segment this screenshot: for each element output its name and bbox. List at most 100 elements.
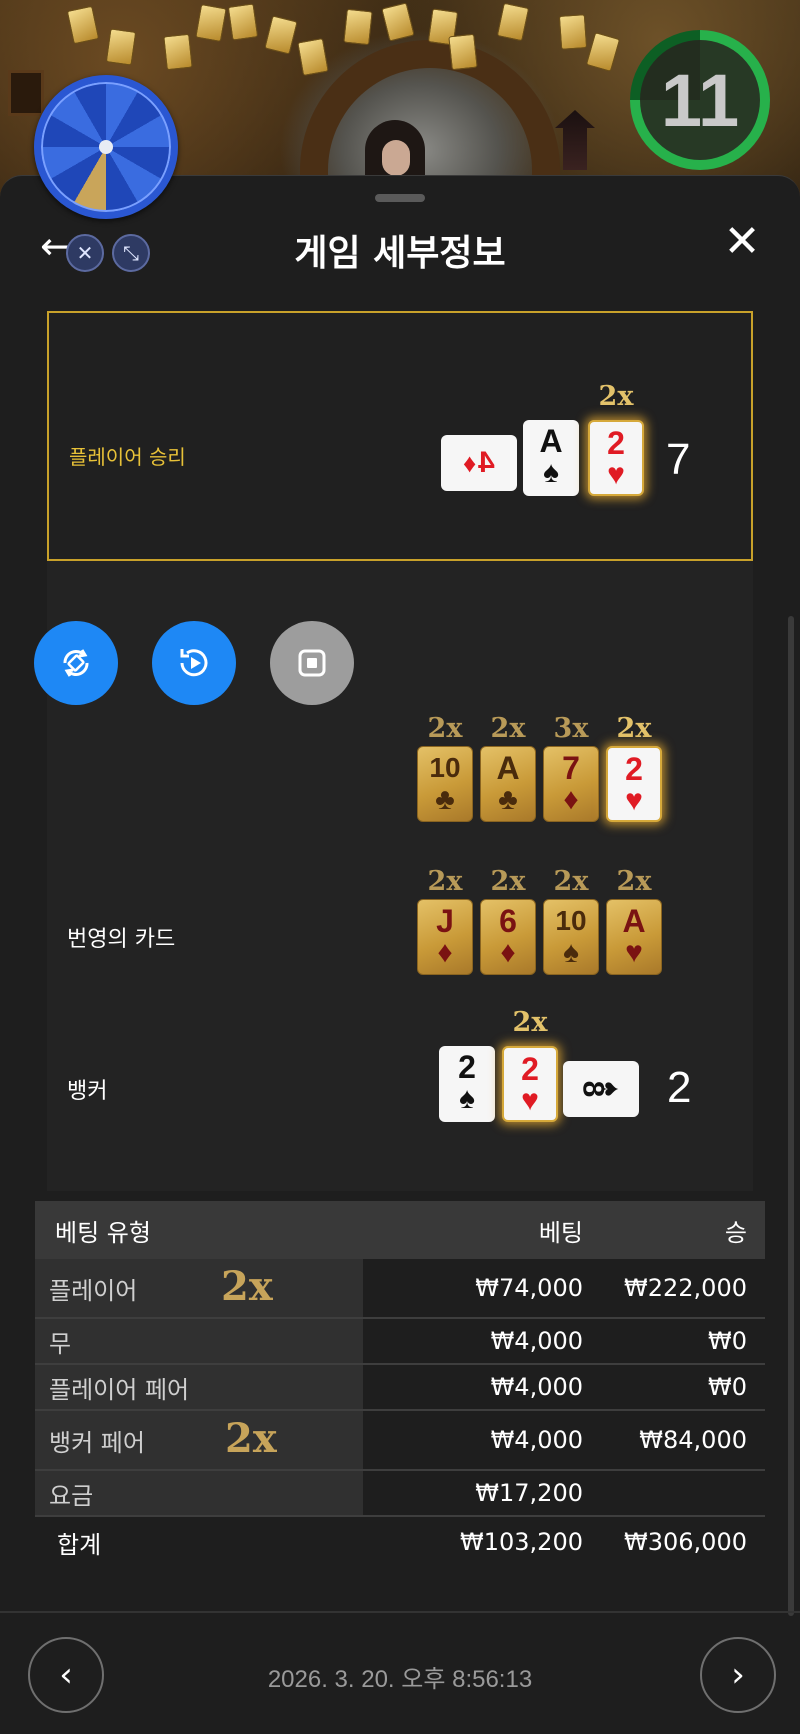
card-suit: ♥ [607,458,625,491]
player-side-card: ♦ 4 [441,435,517,491]
card-rank: 10 [555,905,587,936]
bet-amount: ₩4,000 [490,1327,583,1355]
replay-video-button[interactable] [152,621,236,705]
header-win: 승 [724,1218,747,1247]
rotate-icon [63,649,89,677]
card-rank: A [539,423,563,459]
decor-hanging-card [66,5,100,45]
stop-video-button[interactable] [270,621,354,705]
dealer-face [382,140,410,176]
card-multiplier: 2x [490,866,526,897]
game-details-sheet: ← ✕ ⤡ 게임 세부정보 ✕ 플레이어 승리 ♦ 4 A ♠ 2x 2 ♥ 7… [0,175,800,1734]
lightning-cards-label: 번영의 카드 [67,927,176,952]
scrollbar[interactable] [788,616,794,1616]
lightning-card: 6 ♦ [480,899,536,975]
drag-handle[interactable] [375,194,425,202]
lightning-card: 10 ♠ [543,899,599,975]
decor-hanging-card [558,14,588,50]
table-row: 플레이어 페어 ₩4,000 ₩0 [35,1365,765,1411]
card-suit: ♠ [459,1082,475,1115]
table-row: 플레이어 2x ₩74,000 ₩222,000 [35,1259,765,1319]
card-multiplier: 2x [553,866,589,897]
stop-icon [298,649,326,677]
bet-type: 무 [35,1319,363,1363]
round-result-panel: 플레이어 승리 ♦ 4 A ♠ 2x 2 ♥ 7 번영의 카드 2x 10 ♣ … [47,311,753,1191]
win-amount: ₩0 [708,1327,747,1355]
card-rank: J [436,903,454,939]
decor-hanging-card [343,8,373,46]
lightning-card-matched: 2 ♥ [606,746,662,822]
decor-hanging-card [297,38,329,76]
decor-hanging-card [163,33,193,71]
card-rank: 2 [625,751,643,787]
win-amount: ₩0 [708,1373,747,1401]
lightning-card: 7 ♦ [543,746,599,822]
header-bet: 베팅 [538,1218,583,1247]
card-suit: ♦ [500,936,516,969]
card-suit: ♥ [625,936,643,969]
bet-multiplier: 2x [221,1263,273,1310]
win-amount: ₩84,000 [639,1426,747,1454]
card-suit: ♦ [563,783,579,816]
bet-type: 뱅커 페어 [35,1411,363,1469]
decor-hanging-card [448,33,478,71]
banker-card: 2 ♠ [439,1046,495,1122]
lightning-card: A ♥ [606,899,662,975]
player-score: 7 [666,435,691,484]
countdown-timer: 11 [630,30,770,170]
bet-table-header: 베팅 유형 베팅 승 [35,1201,765,1259]
bet-amount: ₩4,000 [490,1426,583,1454]
card-suit: ♣ [498,783,518,816]
card-suit: ♠ [543,456,559,489]
card-rank: 6 [499,903,517,939]
win-amount: ₩222,000 [624,1274,747,1302]
card-suit: ♠ [563,936,579,969]
card-multiplier: 2x [490,713,526,744]
card-rank: 2 [521,1051,539,1087]
card-multiplier: 2x [512,1007,548,1038]
decor-hanging-card [195,4,227,42]
lightning-card: 10 ♣ [417,746,473,822]
card-multiplier: 2x [427,713,463,744]
card-rank: 2 [458,1049,476,1085]
decor-hanging-card [227,3,259,41]
table-row: 뱅커 페어 2x ₩4,000 ₩84,000 [35,1411,765,1471]
decor-hanging-card [496,2,530,42]
total-bet: ₩103,200 [460,1528,583,1556]
close-button[interactable]: ✕ [718,218,766,266]
card-suit: ♥ [521,1084,539,1117]
card-multiplier: 3x [553,713,589,744]
bet-type: 플레이어 페어 [35,1365,363,1409]
card-multiplier: 2x [598,381,634,412]
card-suit: ♣ [435,783,455,816]
card-rank: 4 [478,446,495,479]
decor-hanging-card [381,2,415,42]
card-suit: ♠ [595,1081,627,1097]
player-result-box: 플레이어 승리 ♦ 4 A ♠ 2x 2 ♥ 7 [47,311,753,561]
replay-icon [180,649,208,677]
chevron-right-icon: › [731,1655,745,1695]
bet-multiplier: 2x [225,1415,277,1462]
bet-table: 베팅 유형 베팅 승 플레이어 2x ₩74,000 ₩222,000 무 ₩4… [35,1201,765,1567]
player-card: 2 ♥ [588,420,644,496]
win-amount [597,1471,765,1515]
bet-amount: ₩74,000 [475,1274,583,1302]
table-row: 요금 ₩17,200 [35,1471,765,1517]
rotate-video-button[interactable] [34,621,118,705]
table-row: 무 ₩4,000 ₩0 [35,1319,765,1365]
decor-hanging-card [105,28,137,66]
card-rank: 7 [562,750,580,786]
bet-amount: ₩4,000 [490,1373,583,1401]
bet-type: 플레이어 [35,1259,363,1317]
next-round-button[interactable]: › [700,1637,776,1713]
player-label: 플레이어 승리 [69,445,186,469]
decor-hanging-card [264,15,298,55]
player-card: A ♠ [523,420,579,496]
countdown-value: 11 [640,40,760,160]
page-title: 게임 세부정보 [294,233,506,274]
lightning-card: A ♣ [480,746,536,822]
card-suit: ♦ [463,448,477,478]
card-multiplier: 2x [616,713,652,744]
card-rank: A [496,750,520,786]
total-win: ₩306,000 [624,1528,747,1556]
